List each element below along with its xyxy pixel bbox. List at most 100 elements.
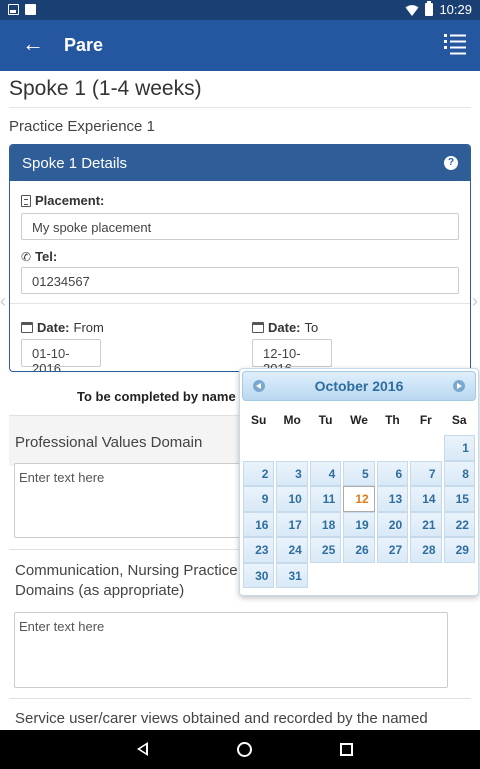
datepicker-month: October 2016 [314,378,404,394]
day-cell[interactable]: 22 [443,511,475,537]
day-cell[interactable]: 23 [243,537,275,563]
placement-input[interactable]: My spoke placement [21,213,459,240]
date-to-label: Date: To [252,320,318,335]
day-cell[interactable]: 11 [309,486,342,512]
document-icon [21,194,31,207]
phone-icon: ✆ [21,249,32,264]
tel-label: ✆ Tel: [21,249,57,264]
weekday-header: Sa [451,413,467,427]
weekday-header: Tu [318,413,333,427]
empty-day-cell [310,435,341,461]
day-cell[interactable]: 9 [243,486,275,512]
datepicker-header: October 2016 [242,371,476,401]
today-day-cell[interactable]: 12 [343,486,375,512]
page-title: Spoke 1 (1-4 weeks) [9,77,202,100]
day-cell[interactable]: 28 [410,537,442,563]
placement-label: Placement: [21,193,104,208]
day-cell[interactable]: 30 [243,562,275,588]
day-cell[interactable]: 5 [343,460,375,486]
section-title-service-user: Service user/carer views obtained and re… [15,710,428,727]
spoke-details-panel: Spoke 1 Details ? Placement: My spoke pl… [9,144,471,372]
section-title-line: Domains (as appropriate) [15,582,185,599]
nav-back-icon-inner [140,745,146,753]
day-cell[interactable]: 17 [276,511,308,537]
prev-page-chevron-icon[interactable]: ‹ [0,291,6,312]
day-cell[interactable]: 20 [376,511,409,537]
day-cell[interactable]: 1 [443,435,475,461]
empty-day-cell [243,435,274,461]
date-from-label: Date: From [21,320,104,335]
back-arrow-icon[interactable]: ← [22,32,46,56]
day-cell[interactable]: 6 [376,460,409,486]
day-cell[interactable]: 3 [276,460,308,486]
tel-label-text: Tel: [35,249,58,264]
day-cell[interactable]: 2 [243,460,275,486]
day-cell[interactable]: 4 [309,460,342,486]
day-cell[interactable]: 13 [376,486,409,512]
placement-label-text: Placement: [35,193,105,208]
day-cell[interactable]: 16 [243,511,275,537]
panel-header: Spoke 1 Details ? [10,145,470,181]
communication-textarea[interactable]: Enter text here [14,612,448,688]
day-cell[interactable]: 14 [410,486,442,512]
day-cell[interactable]: 24 [276,537,308,563]
weekday-header: Th [385,413,400,427]
page-subtitle: Practice Experience 1 [9,118,155,135]
day-cell[interactable]: 18 [309,511,342,537]
help-icon[interactable]: ? [444,156,458,170]
tel-input[interactable]: 01234567 [21,267,459,294]
empty-day-cell [410,435,441,461]
date-to-suffix: To [304,320,319,335]
image-notification-icon [8,4,19,15]
weekday-header: Su [251,413,267,427]
divider [9,698,471,699]
panel-title: Spoke 1 Details [22,155,128,172]
date-from-input[interactable]: 01-10-2016 [21,339,101,371]
app-title: Pare [64,35,104,55]
day-cell[interactable]: 19 [343,511,375,537]
date-to-label-text: Date: [268,320,301,335]
day-cell[interactable]: 21 [410,511,442,537]
section-title-line: Communication, Nursing Practice [15,562,238,579]
section-title-communication: Communication, Nursing Practice Domains … [15,561,238,601]
divider [9,107,471,108]
section-title-professional-values: Professional Values Domain [15,434,203,451]
app-bar: ← Pare [0,20,480,71]
day-cell[interactable]: 15 [443,486,475,512]
day-cell[interactable]: 27 [376,537,409,563]
nav-home-icon[interactable] [237,742,252,757]
day-cell[interactable]: 8 [443,460,475,486]
calendar-icon [252,322,264,333]
status-bar: 10:29 [0,0,480,20]
calendar-icon [21,322,33,333]
next-page-chevron-icon[interactable]: › [472,291,478,312]
weekday-header: We [350,413,368,427]
day-cell[interactable]: 31 [276,562,308,588]
empty-day-cell [343,435,374,461]
day-cell[interactable]: 29 [443,537,475,563]
status-time: 10:29 [439,2,472,17]
datepicker-popup[interactable]: October 2016 Su Mo Tu We Th Fr Sa 1 2 3 4 5 6 7 8 9 10 11… [239,368,479,596]
date-to-input[interactable]: 12-10-2016 [252,339,332,371]
day-cell[interactable]: 10 [276,486,308,512]
weekday-header: Mo [283,413,301,427]
system-nav-bar [0,730,480,769]
next-month-icon[interactable] [453,380,465,392]
divider [10,303,470,304]
battery-icon [425,1,434,16]
numbered-list-icon[interactable] [444,32,466,56]
day-cell[interactable]: 7 [410,460,442,486]
empty-day-cell [377,435,408,461]
wifi-icon [405,4,419,16]
empty-day-cell [276,435,307,461]
sd-card-icon [25,4,36,15]
prev-month-icon[interactable] [253,380,265,392]
nav-recents-icon[interactable] [340,743,353,756]
completion-note: To be completed by name [77,389,236,404]
day-cell[interactable]: 25 [309,537,342,563]
date-from-suffix: From [73,320,104,335]
day-cell[interactable]: 26 [343,537,375,563]
weekday-header: Fr [419,413,432,427]
datepicker-grid: Su Mo Tu We Th Fr Sa 1 2 3 4 5 6 7 8 9 10 11 12 13 14 15 16 17 1… [242,405,476,588]
date-from-label-text: Date: [37,320,70,335]
